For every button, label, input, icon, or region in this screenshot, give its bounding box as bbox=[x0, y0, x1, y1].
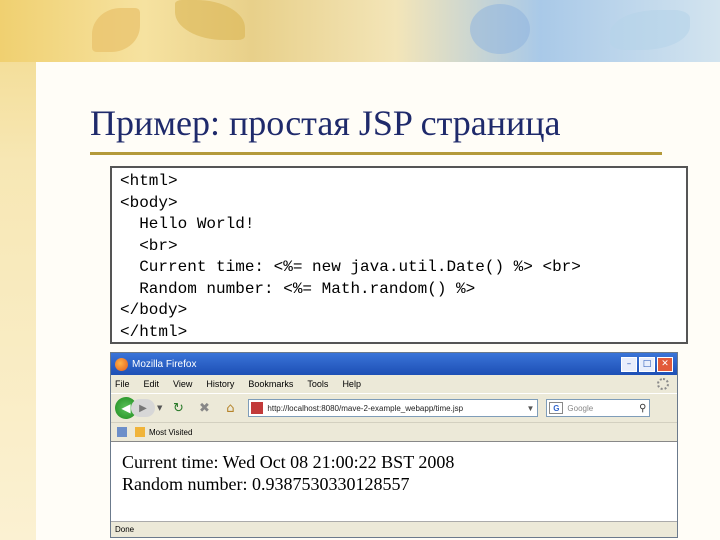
search-icon[interactable]: ⚲ bbox=[639, 403, 646, 414]
bookmarks-toolbar: Most Visited bbox=[111, 422, 677, 441]
url-bar[interactable]: http://localhost:8080/mave-2-example_web… bbox=[248, 399, 539, 417]
bookmark-most-visited[interactable]: Most Visited bbox=[149, 428, 192, 437]
menu-tools[interactable]: Tools bbox=[307, 379, 328, 389]
menu-help[interactable]: Help bbox=[342, 379, 361, 389]
url-text: http://localhost:8080/mave-2-example_web… bbox=[267, 403, 464, 413]
bookmarks-icon[interactable] bbox=[117, 427, 127, 437]
close-icon[interactable]: ✕ bbox=[657, 356, 673, 372]
url-dropdown-icon[interactable]: ▼ bbox=[526, 404, 534, 413]
navigation-toolbar: ◀ ▶ ▼ ↻ ✖ ⌂ http://localhost:8080/mave-2… bbox=[111, 393, 677, 422]
code-line: <html> bbox=[120, 172, 178, 190]
code-line: Random number: <%= Math.random() %> bbox=[120, 279, 476, 298]
slide-title: Пример: простая JSP страница bbox=[90, 103, 561, 143]
menu-history[interactable]: History bbox=[206, 379, 234, 389]
most-visited-icon bbox=[135, 427, 145, 437]
code-line: </body> bbox=[120, 301, 188, 319]
page-content: Current time: Wed Oct 08 21:00:22 BST 20… bbox=[111, 441, 677, 522]
title-underline bbox=[90, 152, 662, 155]
code-line: <body> bbox=[120, 193, 178, 212]
menu-bar: File Edit View History Bookmarks Tools H… bbox=[111, 375, 677, 393]
reload-icon[interactable]: ↻ bbox=[168, 398, 188, 418]
status-text: Done bbox=[115, 525, 135, 534]
google-logo-icon[interactable]: G bbox=[549, 402, 564, 414]
window-title: Mozilla Firefox bbox=[132, 358, 197, 370]
firefox-logo-icon bbox=[115, 357, 128, 371]
code-line: Current time: <%= new java.util.Date() %… bbox=[120, 258, 581, 276]
menu-view[interactable]: View bbox=[173, 379, 192, 389]
code-line: Hello World! bbox=[120, 215, 255, 233]
code-listing: <html> <body> Hello World! <br> Current … bbox=[110, 166, 688, 344]
history-dropdown-icon[interactable]: ▼ bbox=[157, 404, 162, 412]
random-number-text: Random number: 0.9387530330128557 bbox=[122, 474, 410, 494]
code-line: </html> bbox=[120, 322, 188, 341]
search-placeholder: Google bbox=[567, 403, 594, 413]
page-favicon-icon bbox=[251, 402, 264, 414]
window-titlebar[interactable]: Mozilla Firefox – □ ✕ bbox=[111, 353, 677, 375]
maximize-icon[interactable]: □ bbox=[639, 356, 655, 372]
code-line: <br> bbox=[120, 236, 178, 255]
menu-bookmarks[interactable]: Bookmarks bbox=[248, 379, 293, 389]
menu-edit[interactable]: Edit bbox=[144, 379, 160, 389]
menu-file[interactable]: File bbox=[115, 379, 130, 389]
firefox-window: Mozilla Firefox – □ ✕ File Edit View His… bbox=[110, 352, 678, 538]
minimize-icon[interactable]: – bbox=[621, 356, 637, 372]
forward-arrow-icon[interactable]: ▶ bbox=[131, 399, 155, 417]
status-bar: Done bbox=[111, 521, 677, 537]
decorative-leaf-icon bbox=[470, 4, 530, 54]
throbber-icon bbox=[657, 378, 669, 390]
current-time-text: Current time: Wed Oct 08 21:00:22 BST 20… bbox=[122, 452, 455, 472]
home-icon[interactable]: ⌂ bbox=[220, 398, 240, 418]
stop-icon[interactable]: ✖ bbox=[194, 398, 214, 418]
search-box[interactable]: G Google ⚲ bbox=[546, 399, 651, 417]
